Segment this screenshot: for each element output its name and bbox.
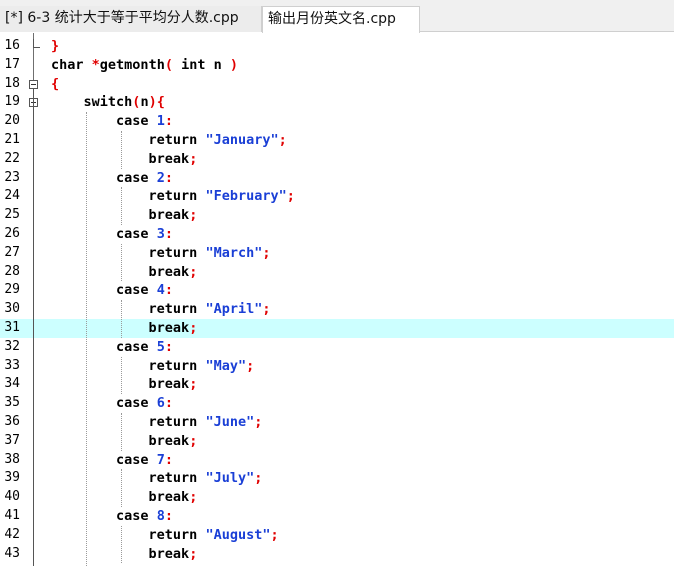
line-number: 31 bbox=[4, 320, 20, 335]
code-line[interactable]: 30 return "April"; bbox=[0, 300, 674, 319]
line-number: 36 bbox=[4, 414, 20, 429]
code-line[interactable]: 21 return "January"; bbox=[0, 131, 674, 150]
code-text: } bbox=[51, 38, 60, 54]
line-number: 29 bbox=[4, 282, 20, 298]
code-line[interactable]: 32 case 5: bbox=[0, 338, 674, 357]
code-text: break; bbox=[148, 432, 198, 449]
line-number: 26 bbox=[4, 226, 20, 241]
code-text: return "July"; bbox=[148, 470, 263, 487]
code-line[interactable]: 31 break; bbox=[0, 319, 674, 338]
code-line[interactable]: 17 char *getmonth( int n ) bbox=[0, 56, 674, 75]
code-text: case 1: bbox=[116, 113, 173, 130]
code-text: char *getmonth( int n ) bbox=[51, 56, 239, 73]
indent-guide bbox=[121, 187, 122, 225]
code-line[interactable]: 34 break; bbox=[0, 375, 674, 394]
code-text: case 5: bbox=[116, 338, 173, 355]
code-text: break; bbox=[148, 207, 198, 224]
code-line[interactable]: 24 return "February"; bbox=[0, 187, 674, 206]
code-text: break; bbox=[148, 320, 198, 336]
code-text: return "March"; bbox=[148, 244, 271, 261]
indent-guide bbox=[121, 469, 122, 507]
code-editor[interactable]: 16} 17 char *getmonth( int n ) 18{19 switch… bbox=[0, 33, 674, 566]
line-number: 24 bbox=[4, 188, 20, 204]
code-text: return "April"; bbox=[148, 301, 271, 318]
code-line[interactable]: 38 case 7: bbox=[0, 451, 674, 470]
line-number: 19 bbox=[4, 94, 20, 110]
code-line[interactable]: 29 case 4: bbox=[0, 281, 674, 300]
code-line[interactable]: 25 break; bbox=[0, 206, 674, 225]
code-line[interactable]: 39 return "July"; bbox=[0, 469, 674, 488]
line-number: 25 bbox=[4, 207, 20, 223]
code-line[interactable]: 42 return "August"; bbox=[0, 526, 674, 545]
code-text: return "May"; bbox=[148, 357, 255, 374]
code-text: case 6: bbox=[116, 395, 173, 412]
indent-guide bbox=[121, 131, 122, 169]
code-line[interactable]: 36 return "June"; bbox=[0, 413, 674, 432]
line-number: 27 bbox=[4, 244, 20, 260]
tab-bar: [*] 6-3 统计大于等于平均分人数.cpp 输出月份英文名.cpp bbox=[0, 0, 674, 33]
indent-guide bbox=[121, 413, 122, 451]
line-number: 39 bbox=[4, 470, 20, 486]
indent-guide bbox=[86, 112, 87, 566]
code-text: break; bbox=[148, 263, 198, 280]
line-number: 40 bbox=[4, 489, 20, 505]
code-text: case 2: bbox=[116, 169, 173, 186]
line-number: 23 bbox=[4, 169, 20, 185]
code-text: case 7: bbox=[116, 451, 173, 468]
code-line[interactable]: 26 case 3: bbox=[0, 225, 674, 244]
line-number: 37 bbox=[4, 432, 20, 448]
code-text: break; bbox=[148, 545, 198, 562]
code-line[interactable]: 22 break; bbox=[0, 150, 674, 169]
code-line[interactable]: 37 break; bbox=[0, 432, 674, 451]
code-line[interactable]: 16} bbox=[0, 37, 674, 56]
code-text: break; bbox=[148, 150, 198, 167]
indent-guide bbox=[121, 525, 122, 564]
indent-guide bbox=[121, 356, 122, 395]
code-text: case 4: bbox=[116, 282, 173, 299]
line-number: 38 bbox=[4, 451, 20, 467]
line-number: 17 bbox=[4, 56, 20, 72]
line-number: 35 bbox=[4, 395, 20, 411]
line-number: 21 bbox=[4, 132, 20, 147]
code-line[interactable]: 35 case 6: bbox=[0, 394, 674, 413]
fold-end-marker bbox=[33, 39, 40, 48]
line-number: 41 bbox=[4, 508, 20, 523]
code-line[interactable]: 43 break; bbox=[0, 545, 674, 564]
line-number: 22 bbox=[4, 150, 20, 166]
tab-month-name-file[interactable]: 输出月份英文名.cpp bbox=[262, 6, 420, 33]
code-line[interactable]: 23 case 2: bbox=[0, 169, 674, 188]
code-line[interactable]: 33 return "May"; bbox=[0, 357, 674, 376]
code-line[interactable]: 41 case 8: bbox=[0, 507, 674, 526]
indent-guide bbox=[121, 243, 122, 282]
code-text: case 3: bbox=[116, 226, 173, 242]
code-line[interactable]: 40 break; bbox=[0, 488, 674, 507]
line-number: 16 bbox=[4, 38, 20, 53]
fold-line bbox=[33, 88, 34, 566]
line-number: 30 bbox=[4, 301, 20, 317]
line-number: 34 bbox=[4, 376, 20, 392]
code-text: return "June"; bbox=[148, 414, 263, 430]
code-line[interactable]: 20 case 1: bbox=[0, 112, 674, 131]
line-number: 33 bbox=[4, 357, 20, 373]
fold-toggle-icon[interactable] bbox=[29, 79, 38, 89]
line-number: 43 bbox=[4, 545, 20, 561]
code-text: return "February"; bbox=[148, 188, 295, 205]
tab-statistics-file[interactable]: [*] 6-3 统计大于等于平均分人数.cpp bbox=[0, 6, 262, 32]
line-number: 32 bbox=[4, 338, 20, 354]
line-number: 20 bbox=[4, 113, 20, 129]
line-number: 18 bbox=[4, 75, 20, 91]
indent-guide bbox=[121, 300, 122, 338]
code-line[interactable]: 19 switch(n){ bbox=[0, 93, 674, 112]
code-text: break; bbox=[148, 489, 198, 506]
line-number: 28 bbox=[4, 263, 20, 279]
line-number: 42 bbox=[4, 526, 20, 542]
code-line[interactable]: 27 return "March"; bbox=[0, 244, 674, 263]
code-text: case 8: bbox=[116, 508, 173, 524]
code-text: { bbox=[51, 75, 60, 92]
code-text: break; bbox=[148, 376, 198, 393]
code-line[interactable]: 18 { bbox=[0, 75, 674, 94]
code-line[interactable]: 28 break; bbox=[0, 263, 674, 282]
code-text: switch(n){ bbox=[83, 94, 165, 111]
